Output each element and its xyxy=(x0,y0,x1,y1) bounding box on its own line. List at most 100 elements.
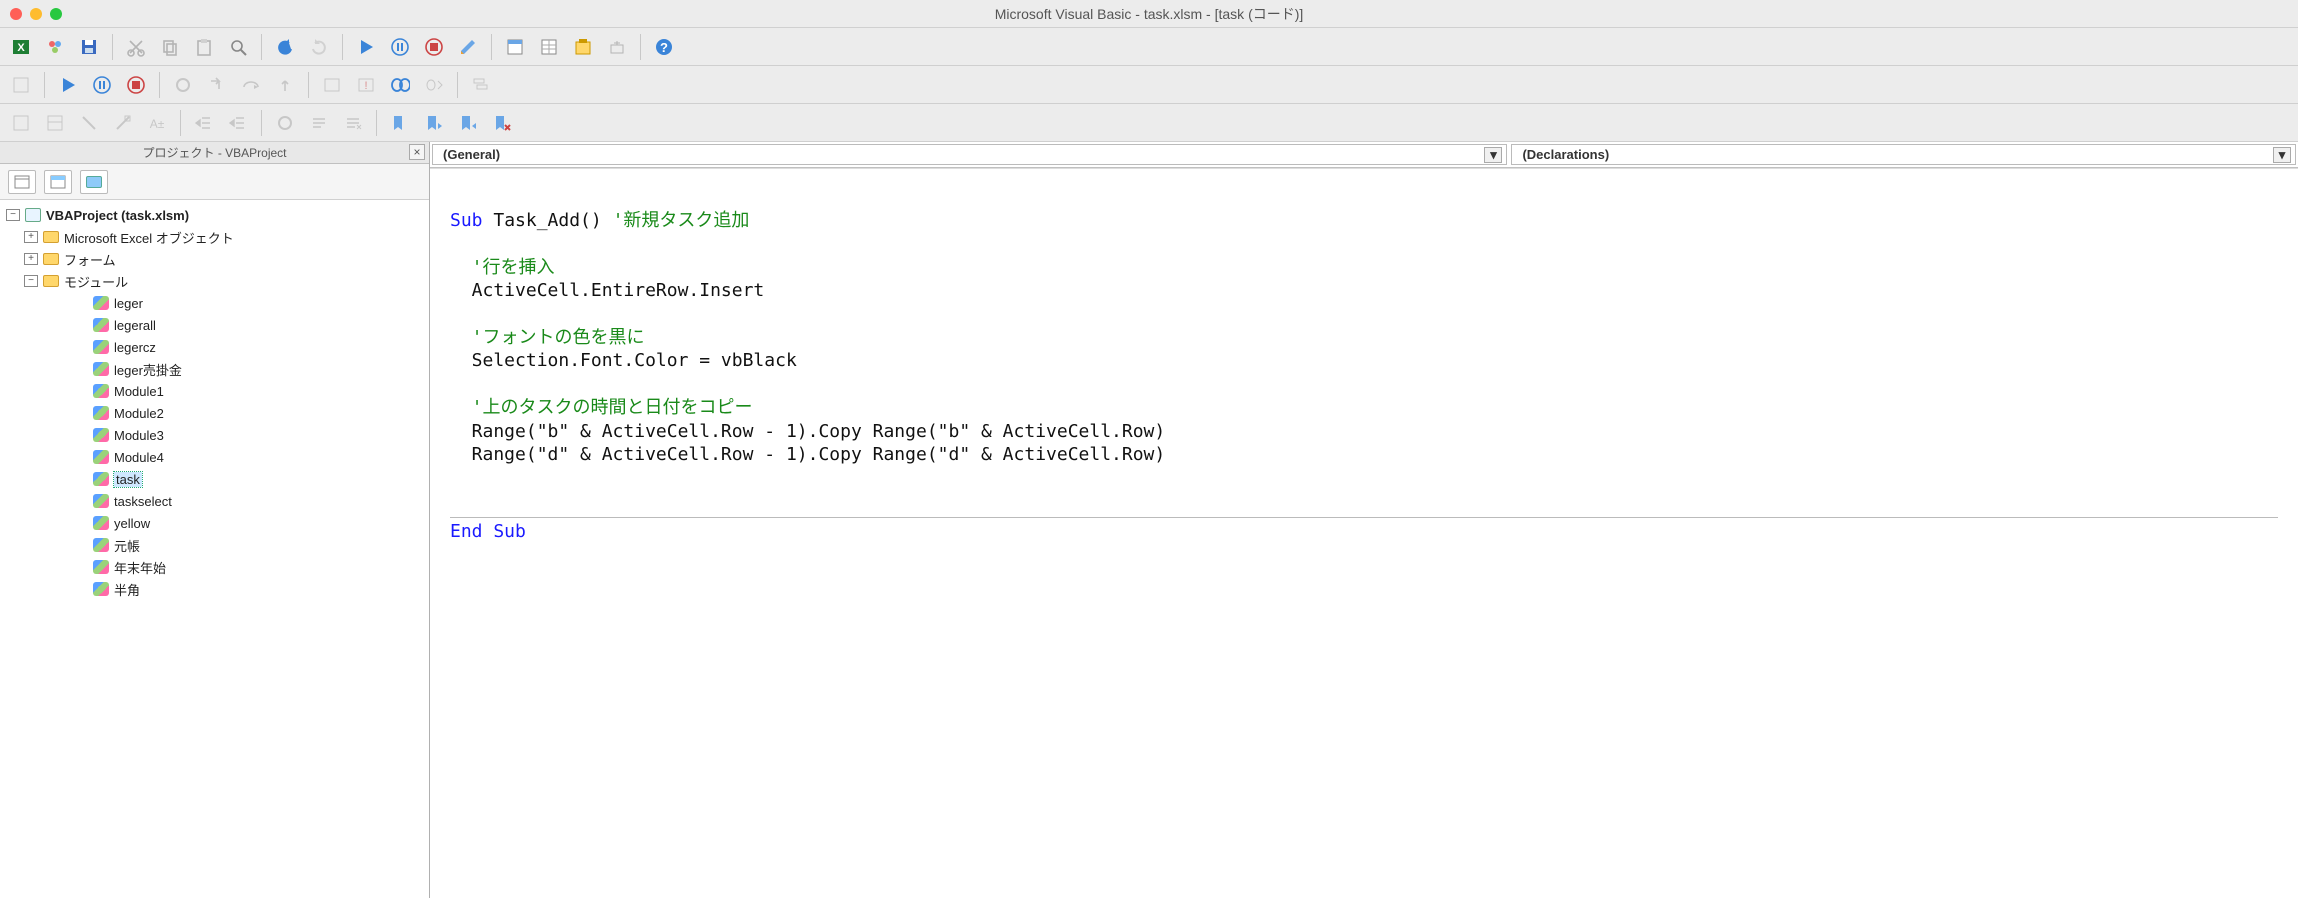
code-comment: '行を挿入 xyxy=(472,257,555,278)
code-text: Task_Add() xyxy=(483,210,613,231)
tree-module-label: Module2 xyxy=(114,406,164,421)
tree-module-label: 半角 xyxy=(114,580,140,599)
zoom-window-button[interactable] xyxy=(50,8,62,20)
code-comment: 'フォントの色を黒に xyxy=(472,327,645,348)
design-mode-button[interactable] xyxy=(453,32,483,62)
tree-module-label: leger売掛金 xyxy=(114,360,182,379)
tree-module-item[interactable]: Module2 xyxy=(0,402,429,424)
run-button-2[interactable] xyxy=(53,70,83,100)
outdent-button[interactable] xyxy=(223,108,253,138)
tree-module-item[interactable]: 元帳 xyxy=(0,534,429,556)
tree-module-item[interactable]: taskselect xyxy=(0,490,429,512)
tree-root[interactable]: −VBAProject (task.xlsm) xyxy=(0,204,429,226)
tree-module-item[interactable]: legerall xyxy=(0,314,429,336)
toggle-breakpoint-button[interactable] xyxy=(168,70,198,100)
paste-button[interactable] xyxy=(189,32,219,62)
tree-folder-excel-objects[interactable]: +Microsoft Excel オブジェクト xyxy=(0,226,429,248)
tree-module-item[interactable]: leger売掛金 xyxy=(0,358,429,380)
step-out-button[interactable] xyxy=(270,70,300,100)
copy-button[interactable] xyxy=(155,32,185,62)
toggle-breakpoint-edit-button[interactable] xyxy=(270,108,300,138)
project-explorer-header: プロジェクト - VBAProject × xyxy=(0,142,429,164)
indent-button[interactable] xyxy=(189,108,219,138)
close-panel-button[interactable]: × xyxy=(409,144,425,160)
quick-watch-button[interactable] xyxy=(419,70,449,100)
tree-folder-forms[interactable]: +フォーム xyxy=(0,248,429,270)
toggle-folders-button[interactable] xyxy=(80,170,108,194)
toolbox-button[interactable] xyxy=(602,32,632,62)
locals-window-button[interactable] xyxy=(317,70,347,100)
close-window-button[interactable] xyxy=(10,8,22,20)
window-title: Microsoft Visual Basic - task.xlsm - [ta… xyxy=(995,4,1304,24)
tree-module-item[interactable]: legercz xyxy=(0,336,429,358)
view-object-button[interactable] xyxy=(44,170,72,194)
tree-folder-modules[interactable]: −モジュール xyxy=(0,270,429,292)
procedure-dropdown-value: (Declarations) xyxy=(1522,147,1609,162)
uncomment-block-button[interactable] xyxy=(338,108,368,138)
code-text: Range("d" & ActiveCell.Row - 1).Copy Ran… xyxy=(472,444,1166,465)
help-button[interactable]: ? xyxy=(649,32,679,62)
tree-module-item[interactable]: 半角 xyxy=(0,578,429,600)
excel-icon[interactable]: X xyxy=(6,32,36,62)
tree-module-label: task xyxy=(114,472,142,487)
view-code-button[interactable] xyxy=(8,170,36,194)
tree-module-item[interactable]: Module3 xyxy=(0,424,429,446)
procedure-dropdown[interactable]: (Declarations) ▾ xyxy=(1511,144,2296,165)
immediate-window-button[interactable]: ! xyxy=(351,70,381,100)
code-comment: '新規タスク追加 xyxy=(613,210,750,231)
parameter-info-button[interactable] xyxy=(108,108,138,138)
reset-button[interactable] xyxy=(419,32,449,62)
project-tree[interactable]: −VBAProject (task.xlsm) +Microsoft Excel… xyxy=(0,200,429,898)
tree-module-item[interactable]: yellow xyxy=(0,512,429,534)
insert-userform-button[interactable] xyxy=(40,32,70,62)
watch-window-button[interactable] xyxy=(385,70,415,100)
tree-folder-label: フォーム xyxy=(64,250,116,269)
previous-bookmark-button[interactable] xyxy=(453,108,483,138)
list-properties-button[interactable] xyxy=(6,108,36,138)
edit-toolbar: A± xyxy=(0,104,2298,142)
cut-button[interactable] xyxy=(121,32,151,62)
save-button[interactable] xyxy=(74,32,104,62)
object-dropdown[interactable]: (General)▾ xyxy=(432,144,1507,165)
complete-word-button[interactable]: A± xyxy=(142,108,172,138)
tree-module-item[interactable]: task xyxy=(0,468,429,490)
tree-module-item[interactable]: leger xyxy=(0,292,429,314)
minimize-window-button[interactable] xyxy=(30,8,42,20)
stop-button-2[interactable] xyxy=(121,70,151,100)
redo-button[interactable] xyxy=(304,32,334,62)
chevron-down-icon: ▾ xyxy=(2273,147,2291,163)
tree-module-label: taskselect xyxy=(114,494,172,509)
find-button[interactable] xyxy=(223,32,253,62)
object-browser-button[interactable] xyxy=(568,32,598,62)
step-over-button[interactable] xyxy=(236,70,266,100)
call-stack-button[interactable] xyxy=(466,70,496,100)
code-editor-panel: (General)▾ (Declarations) ▾ Sub Task_Add(… xyxy=(430,142,2298,898)
run-sub-button[interactable] xyxy=(351,32,381,62)
tree-module-item[interactable]: Module1 xyxy=(0,380,429,402)
object-dropdown-value: (General) xyxy=(443,147,500,162)
toggle-bookmark-button[interactable] xyxy=(385,108,415,138)
break-button[interactable] xyxy=(385,32,415,62)
properties-window-button[interactable] xyxy=(534,32,564,62)
next-bookmark-button[interactable] xyxy=(419,108,449,138)
pause-button-2[interactable] xyxy=(87,70,117,100)
tree-module-label: Module3 xyxy=(114,428,164,443)
tree-module-label: legerall xyxy=(114,318,156,333)
tree-module-item[interactable]: 年末年始 xyxy=(0,556,429,578)
tree-folder-label: Microsoft Excel オブジェクト xyxy=(64,228,234,247)
code-keyword: End Sub xyxy=(450,521,526,542)
list-constants-button[interactable] xyxy=(40,108,70,138)
quick-info-button[interactable] xyxy=(74,108,104,138)
comment-block-button[interactable] xyxy=(304,108,334,138)
tree-module-label: 元帳 xyxy=(114,536,140,555)
undo-button[interactable] xyxy=(270,32,300,62)
code-editor[interactable]: Sub Task_Add() '新規タスク追加 '行を挿入 ActiveCell… xyxy=(430,168,2298,898)
compile-button[interactable] xyxy=(6,70,36,100)
code-text: ActiveCell.EntireRow.Insert xyxy=(472,280,765,301)
svg-text:A±: A± xyxy=(150,117,165,131)
project-explorer-button[interactable] xyxy=(500,32,530,62)
step-into-button[interactable] xyxy=(202,70,232,100)
clear-bookmarks-button[interactable] xyxy=(487,108,517,138)
tree-module-item[interactable]: Module4 xyxy=(0,446,429,468)
code-comment: '上のタスクの時間と日付をコピー xyxy=(472,397,753,418)
